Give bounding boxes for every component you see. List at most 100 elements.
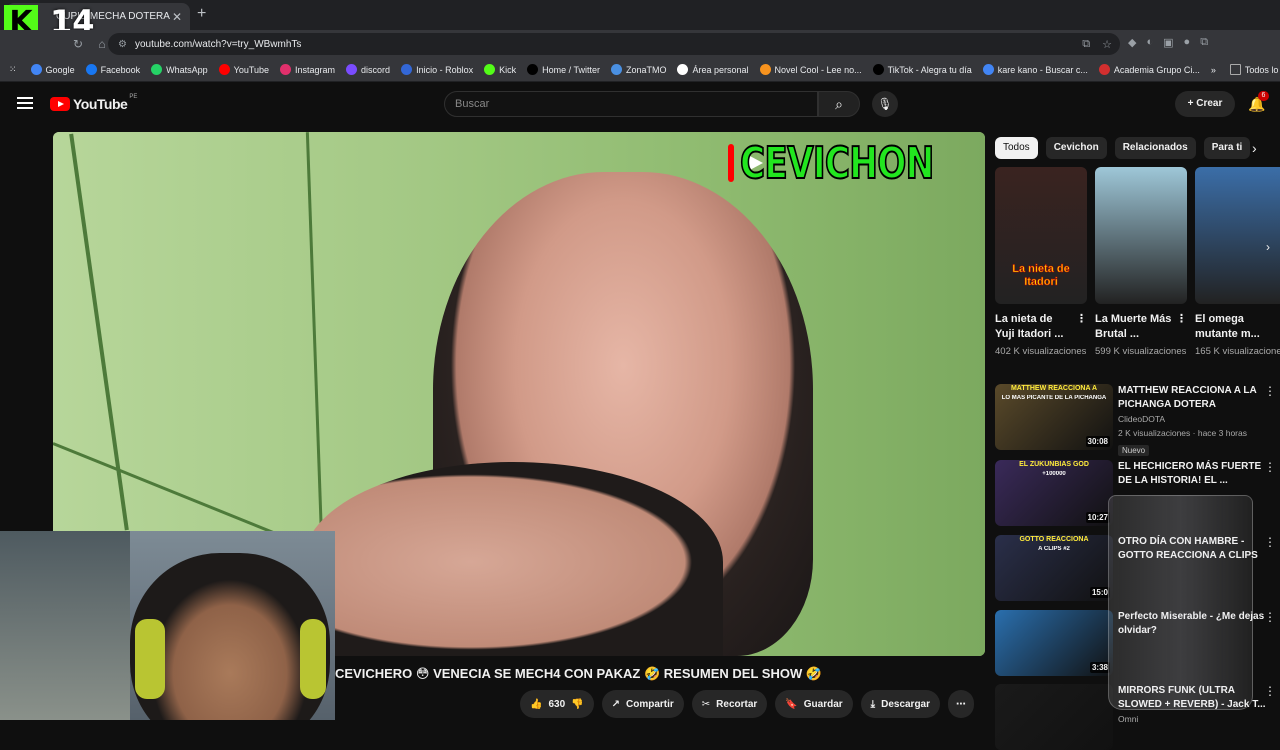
short-thumbnail[interactable]: La nieta de Itadori [995, 167, 1087, 304]
create-button[interactable]: + Crear [1175, 91, 1235, 117]
more-vert-icon[interactable]: ⋮ [1264, 460, 1276, 474]
chip-para-ti[interactable]: Para ti [1203, 137, 1251, 159]
video-title: CEVICHERO 😳 VENECIA SE MECH4 CON PAKAZ 🤣… [335, 666, 823, 681]
menu-icon[interactable] [17, 97, 33, 109]
share-icon: ↗ [611, 698, 620, 710]
voice-search-button[interactable]: 🎙 [872, 91, 898, 117]
back-icon[interactable]: ↻ [70, 37, 86, 51]
bookmark-item[interactable]: Academia Grupo Ci... [1098, 64, 1200, 75]
site-settings-icon[interactable]: ⚙ [118, 39, 127, 50]
video-title[interactable]: MATTHEW REACCIONA A LA PICHANGA DOTERA R… [1118, 384, 1268, 412]
bookmark-label: Novel Cool - Lee no... [774, 64, 862, 75]
new-tab-icon[interactable]: + [197, 5, 206, 23]
extension-icon[interactable]: ▣ [1163, 36, 1173, 49]
video-thumbnail[interactable]: GOTTO REACCIONA A CLIPS #2 15:0 [995, 535, 1113, 601]
bookmark-item[interactable]: Área personal [677, 64, 749, 75]
bookmark-favicon-icon [610, 64, 622, 75]
extension-icon[interactable]: ◆ [1128, 36, 1136, 49]
share-button[interactable]: ↗ Compartir [601, 690, 684, 718]
chip-cevichon[interactable]: Cevichon [1045, 137, 1107, 159]
save-button[interactable]: 🔖 Guardar [775, 690, 853, 718]
channel-name[interactable]: ClideoDOTA [1118, 412, 1268, 426]
more-icon: ⋯ [956, 698, 967, 710]
clip-button[interactable]: ✂ Recortar [691, 690, 768, 718]
video-thumbnail[interactable]: EL ZUKUNBIAS GOD +100000 10:27 [995, 460, 1113, 526]
thumb-caption: LO MÁS PICANTE DE LA PICHANGA [1001, 395, 1107, 401]
more-vert-icon[interactable]: ⋮ [1264, 610, 1276, 624]
youtube-logo[interactable]: YouTube PE [50, 94, 137, 112]
bookmark-label: WhatsApp [166, 64, 208, 75]
apps-icon[interactable]: ⁙ [9, 64, 17, 75]
chip-todos[interactable]: Todos [995, 137, 1038, 159]
bookmark-item[interactable]: discord [346, 64, 390, 75]
extension-icon[interactable]: ◐ [1146, 36, 1153, 49]
url-field[interactable]: ⚙ youtube.com/watch?v=try_WBwmhTs ⧉ ☆ [108, 33, 1120, 55]
short-item[interactable]: La Muerte Más Brutal ... ⋮ 599 K visualiza… [1095, 167, 1187, 359]
download-button[interactable]: ⤓ Descargar [860, 690, 941, 718]
close-tab-icon[interactable]: ✕ [172, 10, 182, 24]
channel-name[interactable]: Omni [1118, 712, 1268, 726]
bookmark-item[interactable]: Facebook [85, 64, 140, 75]
chip-relacionados[interactable]: Relacionados [1114, 137, 1196, 159]
video-thumbnail[interactable]: MATTHEW REACCIONA A LO MÁS PICANTE DE LA … [995, 384, 1113, 450]
video-title[interactable]: EL HECHICERO MÁS FUERTE DE LA HISTORIA! … [1118, 460, 1268, 488]
short-thumbnail[interactable] [1095, 167, 1187, 304]
extension-icon[interactable]: ● [1184, 36, 1191, 49]
bookmark-label: Google [45, 64, 75, 75]
puzzle-icon[interactable]: ⧉ [1200, 36, 1208, 49]
bookmark-label: TikTok - Alegra tu día [887, 64, 972, 75]
bookmark-label: Instagram [295, 64, 336, 75]
bookmark-item[interactable]: Todos lo [1229, 64, 1278, 75]
more-vert-icon[interactable]: ⋮ [1264, 684, 1276, 698]
bookmark-item[interactable]: Google [30, 64, 75, 75]
install-icon[interactable]: ⧉ [1082, 38, 1090, 51]
bookmark-item[interactable]: WhatsApp [151, 64, 208, 75]
more-vert-icon[interactable]: ⋮ [1176, 312, 1187, 342]
short-title[interactable]: La nieta de Yuji Itadori ... [995, 312, 1073, 342]
short-title[interactable]: La Muerte Más Brutal ... [1095, 312, 1173, 342]
filter-chips: Todos Cevichon Relacionados Para ti [995, 137, 1251, 159]
more-vert-icon[interactable]: ⋮ [1076, 312, 1087, 342]
bookmark-star-icon[interactable]: ☆ [1102, 38, 1112, 51]
like-button[interactable]: 👍 630 👎 [520, 690, 594, 718]
short-item[interactable]: El omega mutante m...⋮ 165 K visualizacio… [1195, 167, 1280, 359]
bookmark-item[interactable]: YouTube [218, 64, 269, 75]
search-button[interactable]: ⌕ [818, 91, 860, 117]
search-input[interactable]: Buscar [444, 91, 818, 117]
cevichon-banner: CEVICHON [728, 132, 985, 194]
more-vert-icon[interactable]: ⋮ [1264, 384, 1276, 398]
short-title[interactable]: El omega mutante m... [1195, 312, 1273, 342]
recommended-video[interactable]: MATTHEW REACCIONA A LO MÁS PICANTE DE LA … [995, 384, 1280, 458]
short-thumb-text: La nieta de Itadori [1012, 263, 1070, 289]
bookmark-icon: 🔖 [785, 698, 798, 710]
bookmark-item[interactable]: Inicio - Roblox [401, 64, 473, 75]
bookmark-item[interactable]: Novel Cool - Lee no... [759, 64, 862, 75]
bookmark-item[interactable]: kare kano - Buscar c... [982, 64, 1088, 75]
bookmark-item[interactable]: TikTok - Alegra tu día [872, 64, 972, 75]
bookmark-item[interactable]: ZonaTMO [610, 64, 666, 75]
video-thumbnail[interactable]: 3:38 [995, 610, 1113, 676]
webcam-overlay [0, 531, 335, 720]
more-vert-icon[interactable]: ⋮ [1276, 312, 1280, 342]
video-thumbnail[interactable] [995, 684, 1113, 750]
short-item[interactable]: La nieta de Itadori La nieta de Yuji Itad… [995, 167, 1087, 359]
more-actions-button[interactable]: ⋯ [948, 690, 975, 718]
more-vert-icon[interactable]: ⋮ [1264, 535, 1276, 549]
bookmark-favicon-icon [401, 64, 413, 75]
youtube-play-icon [728, 144, 763, 182]
bookmark-item[interactable]: Instagram [280, 64, 335, 75]
bookmarks-bar: ⁙ Google Facebook WhatsApp YouTube Instagram… [0, 58, 1280, 82]
create-label: Crear [1196, 98, 1223, 109]
chevron-right-icon[interactable]: › [1252, 140, 1257, 156]
chevron-right-icon[interactable]: › [1266, 240, 1270, 254]
short-thumbnail[interactable] [1195, 167, 1280, 304]
bookmark-item[interactable]: Kick [484, 64, 516, 75]
download-icon: ⤓ [870, 698, 876, 710]
more-bookmarks-icon[interactable]: » [1211, 65, 1216, 75]
webcam-background [0, 531, 130, 720]
bookmark-favicon-icon [30, 64, 42, 75]
video-duration: 30:08 [1085, 436, 1110, 447]
thumbs-down-icon[interactable]: 👎 [571, 699, 583, 710]
bookmark-item[interactable]: Home / Twitter [527, 64, 600, 75]
bookmark-favicon-icon [982, 64, 994, 75]
